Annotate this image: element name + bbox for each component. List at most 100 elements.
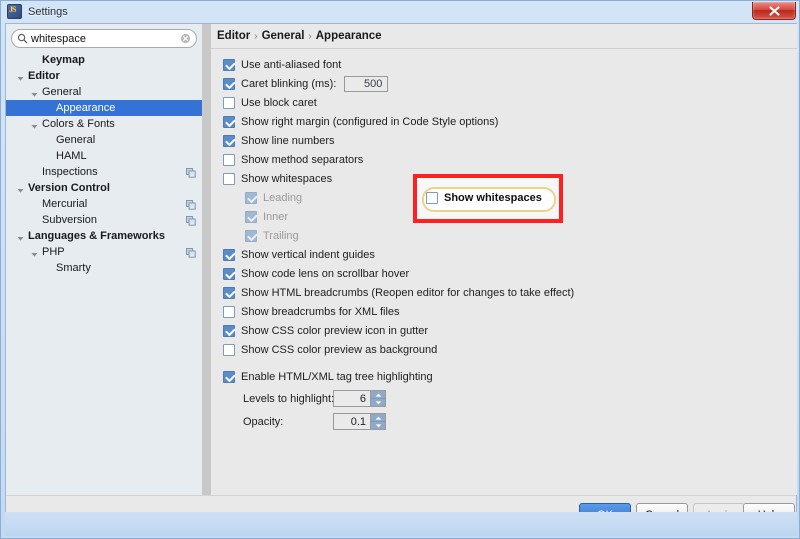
sidebar-item-colors-fonts[interactable]: Colors & Fonts	[6, 116, 202, 132]
search-input[interactable]	[31, 32, 171, 45]
opacity-decrement[interactable]	[371, 421, 385, 429]
opacity-increment[interactable]	[371, 414, 385, 421]
opacity-stepper[interactable]: 0.1	[333, 413, 386, 430]
sidebar-item-general[interactable]: General	[6, 132, 202, 148]
phpstorm-icon	[7, 4, 22, 19]
show-css-color-gutter-label: Show CSS color preview icon in gutter	[241, 324, 429, 337]
enable-tag-tree-highlighting-row[interactable]: Enable HTML/XML tag tree highlighting	[223, 367, 433, 386]
show-html-breadcrumbs-checkbox[interactable]	[223, 286, 235, 299]
breadcrumb-separator: ›	[254, 30, 258, 42]
show-line-numbers-checkbox[interactable]	[223, 134, 235, 147]
sidebar-item-smarty[interactable]: Smarty	[6, 260, 202, 276]
breadcrumb-part-editor[interactable]: Editor	[217, 30, 250, 42]
show-line-numbers-row[interactable]: Show line numbers	[223, 131, 335, 150]
whitespace-leading-row[interactable]: Leading	[245, 188, 302, 207]
highlighted-show-whitespaces-row[interactable]: Show whitespaces	[426, 190, 542, 205]
show-html-breadcrumbs-label: Show HTML breadcrumbs (Reopen editor for…	[241, 286, 575, 299]
use-block-caret-label: Use block caret	[241, 96, 317, 109]
levels-to-highlight-label: Levels to highlight:	[243, 392, 335, 405]
show-code-lens-checkbox[interactable]	[223, 267, 235, 280]
chevron-down-icon	[30, 88, 39, 97]
sidebar-item-languages-frameworks[interactable]: Languages & Frameworks	[6, 228, 202, 244]
opacity-label: Opacity:	[243, 415, 284, 428]
sidebar-item-general[interactable]: General	[6, 84, 202, 100]
chevron-down-icon	[16, 72, 25, 81]
show-xml-breadcrumbs-checkbox[interactable]	[223, 305, 235, 318]
levels-to-highlight-stepper[interactable]: 6	[333, 390, 386, 407]
chevron-down-icon	[30, 120, 39, 129]
use-anti-aliased-font-label: Use anti-aliased font	[241, 58, 342, 71]
close-icon[interactable]	[752, 2, 796, 20]
show-vertical-indent-guides-checkbox[interactable]	[223, 248, 235, 261]
sidebar-item-label: Mercurial	[42, 198, 88, 210]
sidebar-item-label: PHP	[42, 246, 65, 258]
sidebar-item-label: Smarty	[56, 262, 91, 274]
opacity-arrows[interactable]	[370, 414, 385, 429]
show-css-color-gutter-row[interactable]: Show CSS color preview icon in gutter	[223, 321, 428, 340]
chevron-down-icon	[16, 232, 25, 241]
show-css-color-gutter-checkbox[interactable]	[223, 324, 235, 337]
show-method-separators-row[interactable]: Show method separators	[223, 150, 363, 169]
sidebar-item-editor[interactable]: Editor	[6, 68, 202, 84]
show-right-margin-row[interactable]: Show right margin (configured in Code St…	[223, 112, 498, 131]
show-code-lens-row[interactable]: Show code lens on scrollbar hover	[223, 264, 409, 283]
sidebar-item-php[interactable]: PHP	[6, 244, 202, 260]
show-css-color-background-row[interactable]: Show CSS color preview as background	[223, 340, 437, 359]
levels-to-highlight-value[interactable]: 6	[334, 391, 370, 406]
caret-blinking-row[interactable]: Caret blinking (ms): 500	[223, 74, 389, 93]
breadcrumb-part-appearance[interactable]: Appearance	[316, 30, 382, 42]
show-vertical-indent-guides-row[interactable]: Show vertical indent guides	[223, 245, 375, 264]
search-box[interactable]	[11, 29, 197, 48]
levels-to-highlight-decrement[interactable]	[371, 398, 385, 406]
sidebar-item-label: Version Control	[28, 182, 110, 194]
whitespace-trailing-label: Trailing	[263, 229, 299, 242]
use-block-caret-checkbox[interactable]	[223, 96, 235, 109]
appearance-options: Use anti-aliased font Caret blinking (ms)…	[211, 51, 797, 495]
breadcrumb-part-general[interactable]: General	[262, 30, 305, 42]
show-xml-breadcrumbs-row[interactable]: Show breadcrumbs for XML files	[223, 302, 400, 321]
title-bar-left: Settings	[7, 4, 68, 19]
levels-to-highlight-increment[interactable]	[371, 391, 385, 398]
sidebar-item-appearance[interactable]: Appearance	[6, 100, 202, 116]
sidebar-item-haml[interactable]: HAML	[6, 148, 202, 164]
enable-tag-tree-highlighting-checkbox[interactable]	[223, 370, 235, 383]
opacity-value[interactable]: 0.1	[334, 414, 370, 429]
show-whitespaces-label-highlighted: Show whitespaces	[444, 191, 542, 204]
show-whitespaces-checkbox-highlighted[interactable]	[426, 191, 438, 204]
sidebar-item-keymap[interactable]: Keymap	[6, 52, 202, 68]
window-bottom-strip	[5, 512, 797, 536]
caret-blinking-checkbox[interactable]	[223, 77, 235, 90]
sidebar-item-mercurial[interactable]: Mercurial	[6, 196, 202, 212]
levels-to-highlight-arrows[interactable]	[370, 391, 385, 406]
show-html-breadcrumbs-row[interactable]: Show HTML breadcrumbs (Reopen editor for…	[223, 283, 574, 302]
show-right-margin-checkbox[interactable]	[223, 115, 235, 128]
show-method-separators-checkbox[interactable]	[223, 153, 235, 166]
sidebar-item-label: General	[42, 86, 82, 98]
whitespace-leading-checkbox	[245, 191, 257, 204]
show-whitespaces-row[interactable]: Show whitespaces	[223, 169, 332, 188]
settings-content: Editor › General › Appearance Use anti-alias…	[211, 24, 797, 495]
pane-splitter[interactable]	[202, 24, 211, 495]
sidebar-item-inspections[interactable]: Inspections	[6, 164, 202, 180]
sidebar-item-version-control[interactable]: Version Control	[6, 180, 202, 196]
sidebar-item-label: General	[56, 134, 96, 146]
show-whitespaces-checkbox[interactable]	[223, 172, 235, 185]
use-anti-aliased-font-row[interactable]: Use anti-aliased font	[223, 55, 341, 74]
whitespace-inner-row[interactable]: Inner	[245, 207, 288, 226]
settings-tree[interactable]: Keymap Editor General Appearance Colors & Fo…	[6, 52, 202, 495]
use-block-caret-row[interactable]: Use block caret	[223, 93, 317, 112]
show-whitespaces-label: Show whitespaces	[241, 172, 333, 185]
show-css-color-background-checkbox[interactable]	[223, 343, 235, 356]
whitespace-trailing-row[interactable]: Trailing	[245, 226, 299, 245]
clear-icon[interactable]	[180, 33, 191, 47]
enable-tag-tree-highlighting-label: Enable HTML/XML tag tree highlighting	[241, 370, 433, 383]
caret-blinking-input[interactable]: 500	[344, 75, 389, 92]
sidebar-item-subversion[interactable]: Subversion	[6, 212, 202, 228]
header-divider	[211, 48, 797, 49]
use-anti-aliased-font-checkbox[interactable]	[223, 58, 235, 71]
